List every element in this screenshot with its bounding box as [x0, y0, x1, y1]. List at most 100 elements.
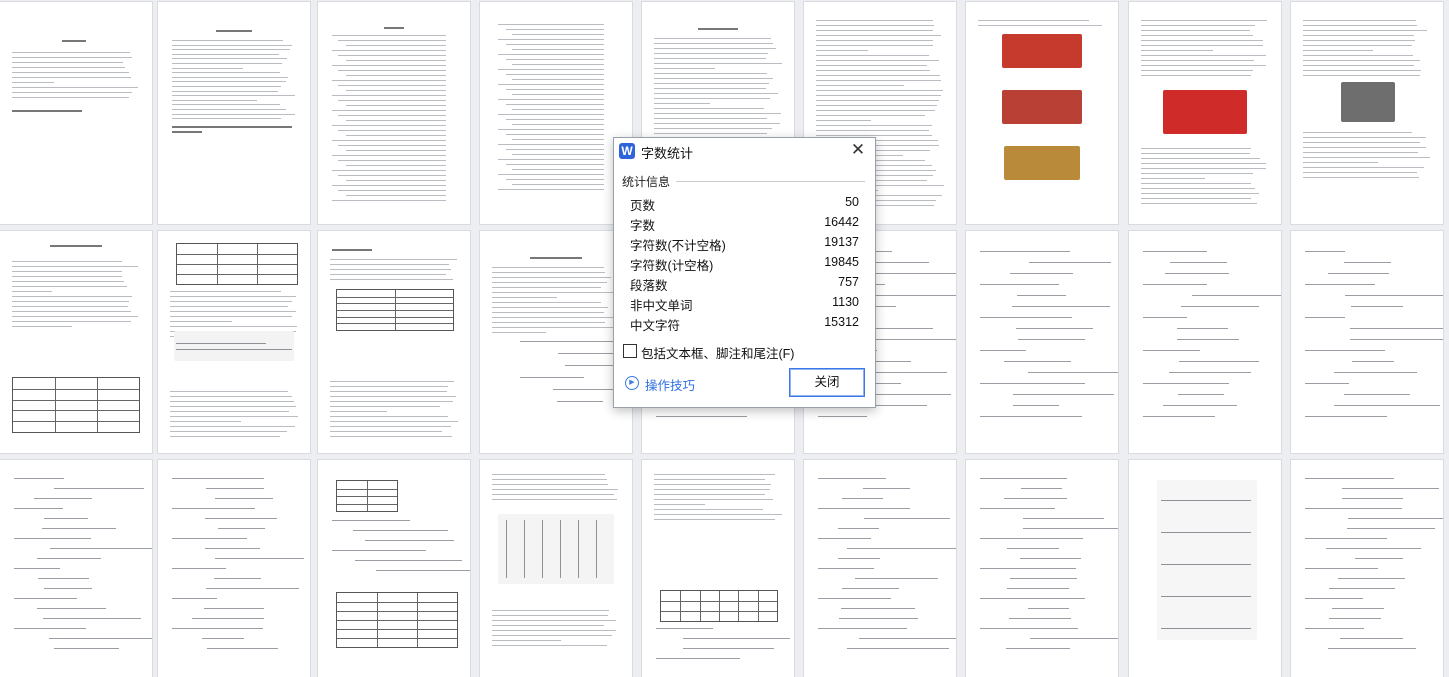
page-thumbnail[interactable] — [1291, 460, 1443, 677]
equation-line — [1305, 284, 1376, 285]
equation-line — [842, 498, 883, 499]
text-line — [12, 321, 131, 322]
equation-line — [980, 598, 1085, 599]
text-line — [816, 50, 868, 51]
equation-line — [1341, 498, 1403, 499]
play-icon[interactable]: ▶ — [625, 376, 639, 390]
page-thumbnail[interactable] — [642, 460, 794, 677]
page-thumbnail[interactable] — [318, 2, 470, 224]
toc-line — [506, 149, 604, 150]
text-line — [654, 43, 774, 44]
equation-line — [818, 416, 868, 417]
equation-line — [1169, 372, 1251, 373]
page-thumbnail[interactable] — [1291, 231, 1443, 453]
equation-line — [1345, 295, 1443, 296]
toc-line — [512, 124, 604, 125]
text-line — [172, 63, 282, 64]
toc-line — [338, 40, 446, 41]
text-line — [816, 80, 942, 81]
heading-bar — [698, 28, 738, 30]
text-line — [492, 494, 615, 495]
page-thumbnail[interactable] — [318, 231, 470, 453]
page-thumbnail[interactable] — [480, 460, 632, 677]
toc-line — [346, 45, 446, 46]
equation-line — [1028, 608, 1069, 609]
table-col-line — [377, 593, 378, 647]
toc-line — [346, 120, 446, 121]
close-button[interactable]: 关闭 — [789, 368, 865, 397]
text-line — [172, 81, 287, 83]
table-col-line — [757, 591, 759, 621]
equation-line — [1347, 528, 1436, 529]
toc-line — [506, 119, 604, 120]
equation-line — [201, 638, 244, 639]
page-thumbnail[interactable] — [0, 2, 152, 224]
page-thumbnail[interactable] — [1129, 231, 1281, 453]
equation-line — [1305, 251, 1346, 252]
table — [660, 590, 778, 622]
equation-line — [980, 416, 1083, 417]
text-line — [1303, 162, 1379, 163]
toc-line — [512, 184, 604, 185]
text-line — [330, 421, 458, 422]
toc-line — [332, 95, 446, 96]
text-line — [816, 30, 934, 31]
text-line — [12, 82, 55, 83]
page-thumbnail[interactable] — [804, 460, 956, 677]
page-thumbnail[interactable] — [966, 2, 1118, 224]
photo-field — [1004, 146, 1080, 180]
equation-line — [838, 618, 919, 619]
page-thumbnail[interactable] — [158, 2, 310, 224]
page-thumbnail[interactable] — [158, 231, 310, 453]
equation-line — [557, 401, 603, 402]
text-line — [978, 20, 1090, 21]
include-textbox-label[interactable]: 包括文本框、脚注和尾注(F) — [641, 343, 794, 362]
page-thumbnail[interactable] — [1129, 460, 1281, 677]
equation-line — [980, 628, 1078, 629]
text-line — [816, 115, 926, 116]
equation-line — [204, 548, 261, 549]
toc-line — [346, 165, 446, 166]
page-thumbnail[interactable] — [0, 460, 152, 677]
diagram-line — [1161, 564, 1251, 565]
tips-link[interactable]: 操作技巧 — [645, 375, 695, 394]
text-line — [654, 98, 770, 99]
equation-line — [818, 628, 908, 629]
equation-line — [1006, 548, 1060, 549]
equation-line — [520, 377, 585, 378]
text-line — [170, 291, 282, 292]
toc-line — [332, 170, 446, 171]
stat-value: 1130 — [832, 295, 859, 309]
page-thumbnail[interactable] — [0, 231, 152, 453]
text-line — [978, 25, 1103, 26]
equation-line — [1329, 618, 1382, 619]
text-line — [1141, 183, 1251, 184]
equation-line — [980, 568, 1076, 569]
page-thumbnail[interactable] — [158, 460, 310, 677]
text-line — [1141, 198, 1252, 199]
text-line — [1141, 65, 1266, 66]
equation-line — [1011, 306, 1110, 307]
text-line — [12, 97, 129, 98]
equation-line — [1164, 273, 1230, 274]
text-line — [654, 83, 770, 84]
page-thumbnail[interactable] — [966, 231, 1118, 453]
equation-line — [14, 538, 92, 539]
equation-line — [863, 488, 910, 489]
close-icon[interactable]: ✕ — [849, 141, 867, 159]
toc-line — [498, 174, 604, 175]
text-line — [1303, 20, 1417, 21]
page-thumbnail[interactable] — [318, 460, 470, 677]
page-thumbnail[interactable] — [966, 460, 1118, 677]
page-thumbnail[interactable] — [480, 2, 632, 224]
stat-value: 757 — [838, 275, 859, 289]
page-thumbnail[interactable] — [1129, 2, 1281, 224]
page-thumbnail[interactable] — [480, 231, 632, 453]
include-textbox-checkbox[interactable] — [623, 344, 637, 358]
text-line — [170, 426, 295, 427]
page-thumbnail[interactable] — [1291, 2, 1443, 224]
text-line — [1303, 45, 1412, 46]
toc-line — [338, 55, 446, 56]
equation-line — [172, 628, 263, 629]
toc-line — [346, 135, 446, 136]
